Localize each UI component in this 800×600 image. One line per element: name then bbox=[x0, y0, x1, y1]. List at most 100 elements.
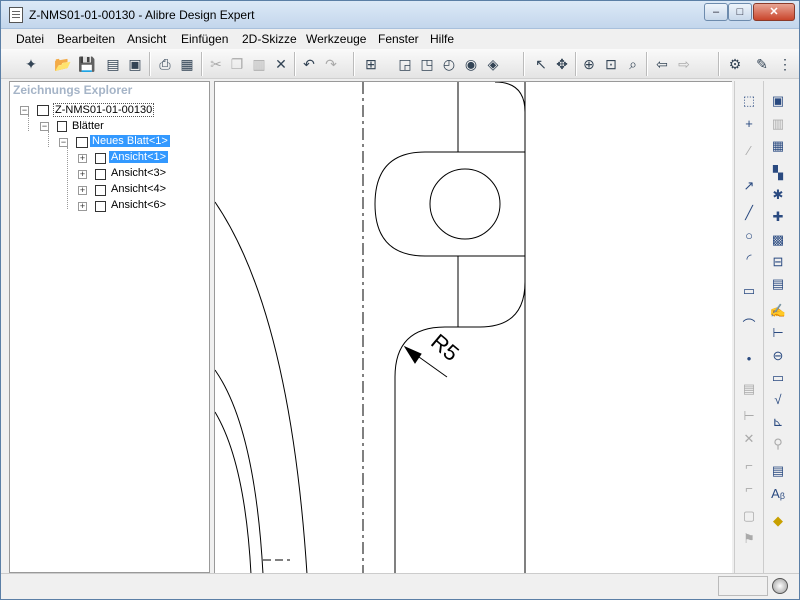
expand-view-toggle[interactable]: + bbox=[78, 154, 87, 163]
redo-icon[interactable]: ↷ bbox=[321, 54, 341, 74]
save-icon[interactable]: 💾 bbox=[77, 54, 97, 74]
units-icon[interactable] bbox=[772, 578, 788, 594]
more-tools-icon[interactable]: ⋮ bbox=[775, 54, 795, 74]
paste-icon[interactable]: ▥ bbox=[249, 54, 269, 74]
tree-sheets[interactable]: Blätter bbox=[72, 120, 104, 132]
cross-dis-icon[interactable]: ✕ bbox=[739, 429, 759, 449]
feature-control-icon[interactable]: ▭ bbox=[768, 368, 788, 388]
balloon-icon[interactable]: ⊟ bbox=[768, 252, 788, 272]
tree-view[interactable]: Ansicht<4> bbox=[111, 183, 166, 195]
hide-icon[interactable]: ◈ bbox=[483, 54, 503, 74]
circle-icon[interactable]: ○ bbox=[739, 226, 759, 246]
spline-icon[interactable]: ⌒ bbox=[739, 316, 759, 336]
search-dis-icon[interactable]: ⚲ bbox=[768, 434, 788, 454]
status-field bbox=[718, 576, 768, 596]
line-dis-icon[interactable]: ⁄ bbox=[739, 141, 759, 161]
model-view-icon[interactable]: ⚙ bbox=[725, 54, 745, 74]
expand-view-toggle[interactable]: + bbox=[78, 202, 87, 211]
new-icon[interactable]: ✦ bbox=[21, 54, 41, 74]
dimension-icon[interactable]: ✎ bbox=[752, 54, 772, 74]
title-bar[interactable]: Z-NMS01-01-00130 - Alibre Design Expert … bbox=[1, 1, 799, 29]
menu-bearbeiten[interactable]: Bearbeiten bbox=[57, 32, 115, 46]
print-setup-icon[interactable]: ▤ bbox=[103, 54, 123, 74]
view-icon[interactable]: ◲ bbox=[395, 54, 415, 74]
section-icon[interactable]: ◳ bbox=[417, 54, 437, 74]
reference-icon[interactable]: ↗ bbox=[739, 176, 759, 196]
add-view-icon[interactable]: ✚ bbox=[768, 207, 788, 227]
layers-icon[interactable]: ◆ bbox=[768, 511, 788, 531]
copy-format-icon[interactable]: ▣ bbox=[125, 54, 145, 74]
menu-werkzeuge[interactable]: Werkzeuge bbox=[306, 32, 366, 46]
tree-sheet[interactable]: Neues Blatt<1> bbox=[90, 135, 170, 147]
undo-icon[interactable]: ↶ bbox=[299, 54, 319, 74]
select-icon[interactable]: ↖ bbox=[531, 54, 551, 74]
collapse-root-toggle[interactable]: − bbox=[20, 106, 29, 115]
collapse-sheets-toggle[interactable]: − bbox=[40, 122, 49, 131]
copy-sheet-icon[interactable]: ▥ bbox=[768, 114, 788, 134]
open-icon[interactable]: 📂 bbox=[53, 54, 73, 74]
broken-view-icon[interactable]: ◉ bbox=[461, 54, 481, 74]
preview-icon[interactable]: ▦ bbox=[177, 54, 197, 74]
plus-icon[interactable]: + bbox=[739, 114, 759, 134]
detail-icon[interactable]: ◴ bbox=[439, 54, 459, 74]
center-mark-icon[interactable]: ⊖ bbox=[768, 346, 788, 366]
datum-icon[interactable]: ⊢ bbox=[768, 323, 788, 343]
arc-icon[interactable]: ◜ bbox=[739, 249, 759, 269]
chamfer-dis-icon[interactable]: ⌐ bbox=[739, 479, 759, 499]
text-dis-icon[interactable]: ▤ bbox=[739, 379, 759, 399]
print-icon[interactable]: ⎙ bbox=[155, 54, 175, 74]
pan-icon[interactable]: ✥ bbox=[552, 54, 572, 74]
cut-icon[interactable]: ✂ bbox=[206, 54, 226, 74]
close-button[interactable]: ✕ bbox=[753, 3, 795, 21]
expand-view-toggle[interactable]: + bbox=[78, 186, 87, 195]
menu-2d-skizze[interactable]: 2D-Skizze bbox=[242, 32, 297, 46]
explorer-title: Zeichnungs Explorer bbox=[13, 83, 133, 97]
minimize-button[interactable]: – bbox=[704, 3, 728, 21]
tree-line bbox=[67, 147, 68, 209]
point-icon[interactable]: • bbox=[739, 349, 759, 369]
dimension-arrow bbox=[403, 345, 422, 364]
menu-fenster[interactable]: Fenster bbox=[378, 32, 419, 46]
menu-einfuegen[interactable]: Einfügen bbox=[181, 32, 228, 46]
collapse-sheet-toggle[interactable]: − bbox=[59, 138, 68, 147]
tree-view[interactable]: Ansicht<1> bbox=[109, 151, 169, 163]
copy-icon[interactable]: ❐ bbox=[227, 54, 247, 74]
sheet-icon[interactable]: ⊞ bbox=[361, 54, 381, 74]
forward-icon[interactable]: ⇨ bbox=[674, 54, 694, 74]
drawing-canvas[interactable]: R5 bbox=[214, 81, 732, 575]
bom-icon[interactable]: ▤ bbox=[768, 274, 788, 294]
activate-sketch-icon[interactable]: ⬚ bbox=[739, 91, 759, 111]
fillet-dis-icon[interactable]: ⌐ bbox=[739, 456, 759, 476]
zoom-fit-icon[interactable]: ⌕ bbox=[623, 54, 643, 74]
expand-view-toggle[interactable]: + bbox=[78, 170, 87, 179]
menu-hilfe[interactable]: Hilfe bbox=[430, 32, 454, 46]
explode-icon[interactable]: ✱ bbox=[768, 185, 788, 205]
weld-icon[interactable]: ⊾ bbox=[768, 412, 788, 432]
standard-views-icon[interactable]: ▚ bbox=[768, 163, 788, 183]
menu-ansicht[interactable]: Ansicht bbox=[127, 32, 166, 46]
offset-dis-icon[interactable]: ▢ bbox=[739, 506, 759, 526]
view-icon bbox=[95, 153, 106, 164]
sheet-format-icon[interactable]: ▦ bbox=[768, 136, 788, 156]
zoom-window-icon[interactable]: ⊡ bbox=[601, 54, 621, 74]
new-sheet-icon[interactable]: ▣ bbox=[768, 91, 788, 111]
trim-dis-icon[interactable]: ⊢ bbox=[739, 406, 759, 426]
zoom-in-icon[interactable]: ⊕ bbox=[579, 54, 599, 74]
tree-root[interactable]: Z-NMS01-01-00130 bbox=[53, 103, 155, 117]
mirror-dis-icon[interactable]: ⚑ bbox=[739, 529, 759, 549]
delete-icon[interactable]: ✕ bbox=[271, 54, 291, 74]
text-style-icon[interactable]: Aᵦ bbox=[768, 484, 788, 504]
surface-finish-icon[interactable]: √ bbox=[768, 390, 788, 410]
dimension-label[interactable]: R5 bbox=[426, 329, 464, 366]
maximize-button[interactable]: □ bbox=[728, 3, 752, 21]
hatch-icon[interactable]: ▩ bbox=[768, 230, 788, 250]
line-icon[interactable]: ╱ bbox=[739, 203, 759, 223]
back-icon[interactable]: ⇦ bbox=[652, 54, 672, 74]
rectangle-icon[interactable]: ▭ bbox=[739, 281, 759, 301]
part-edge bbox=[494, 81, 526, 152]
tree-view[interactable]: Ansicht<3> bbox=[111, 167, 166, 179]
menu-datei[interactable]: Datei bbox=[16, 32, 44, 46]
note-icon[interactable]: ✍ bbox=[768, 301, 788, 321]
table-icon[interactable]: ▤ bbox=[768, 461, 788, 481]
tree-view[interactable]: Ansicht<6> bbox=[111, 199, 166, 211]
